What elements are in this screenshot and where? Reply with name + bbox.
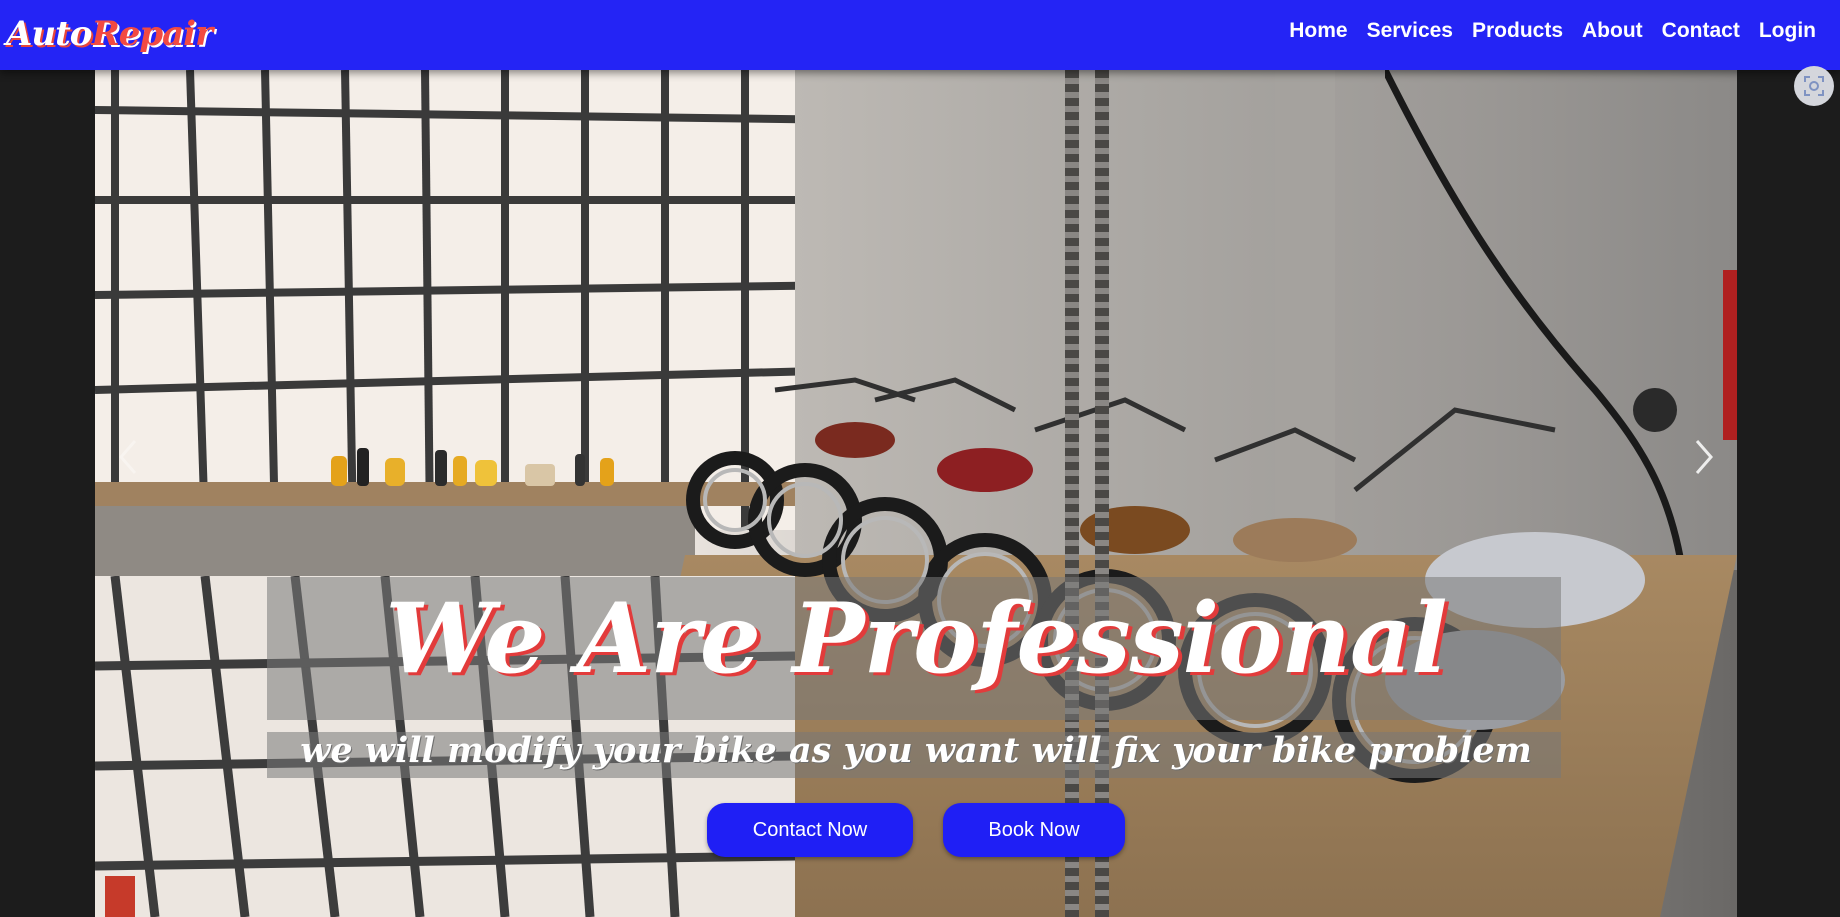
brand-logo-part1: Auto	[6, 14, 92, 54]
hero-photo-chain	[1095, 70, 1109, 917]
hero-subtitle: we will modify your bike as you want wil…	[300, 730, 1532, 771]
nav-contact-link[interactable]: Contact	[1662, 19, 1740, 43]
screen-capture-icon	[1804, 76, 1824, 96]
hero-photo-shelf-front	[95, 506, 695, 576]
book-now-button[interactable]: Book Now	[943, 803, 1125, 857]
chevron-left-icon[interactable]	[117, 437, 139, 477]
hero-title: We Are Professional	[385, 582, 1447, 695]
contact-now-button[interactable]: Contact Now	[707, 803, 913, 857]
main-nav: Home Services Products About Contact Log…	[1289, 0, 1816, 62]
hero-photo-chain	[1065, 70, 1079, 917]
chevron-right-icon[interactable]	[1693, 437, 1715, 477]
hero-carousel: We Are Professional we will modify your …	[95, 70, 1737, 917]
nav-services-link[interactable]: Services	[1367, 19, 1453, 43]
navbar: AutoRepair Home Services Products About …	[0, 0, 1840, 70]
nav-login-link[interactable]: Login	[1759, 19, 1816, 43]
nav-home-link[interactable]: Home	[1289, 19, 1347, 43]
brand-logo[interactable]: AutoRepair	[6, 6, 213, 62]
brand-logo-part2: Repair	[91, 14, 213, 54]
hero-photo-red-stripe	[1723, 270, 1737, 440]
nav-about-link[interactable]: About	[1582, 19, 1643, 43]
screen-capture-button[interactable]	[1794, 66, 1834, 106]
nav-products-link[interactable]: Products	[1472, 19, 1563, 43]
